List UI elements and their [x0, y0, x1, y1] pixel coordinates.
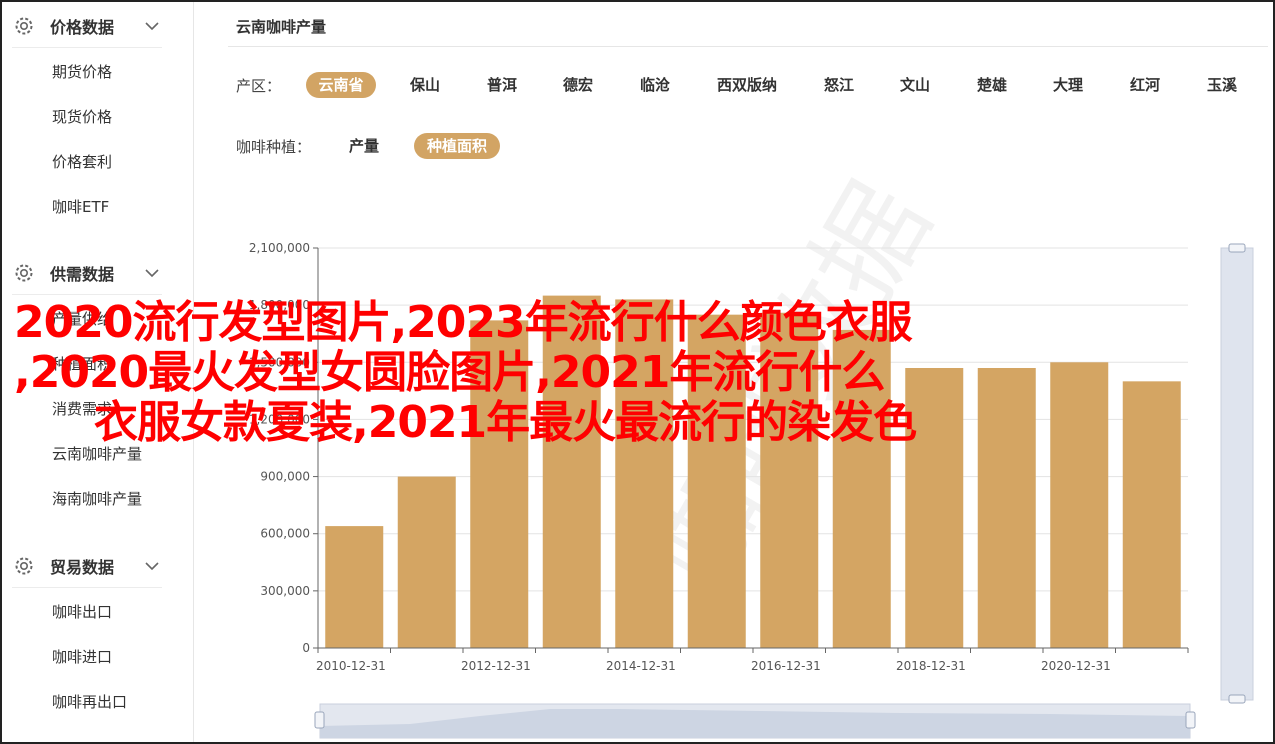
x-tick-label: 2014-12-31 — [606, 659, 676, 673]
bar-2010-12-31[interactable] — [325, 526, 384, 648]
x-tick-label: 2018-12-31 — [896, 659, 966, 673]
vertical-zoom-slider[interactable] — [1220, 247, 1254, 701]
bar-2011-12-31[interactable] — [397, 476, 456, 648]
overlay-line: 衣服女款夏装,2021年最火最流行的染发色 — [94, 397, 917, 448]
y-tick-label: 0 — [302, 641, 310, 655]
horizontal-zoom-handle-left[interactable] — [314, 711, 325, 729]
y-tick-label: 900,000 — [260, 470, 310, 484]
x-tick-label: 2020-12-31 — [1041, 659, 1111, 673]
chart-x-axis: 2010-12-31 2012-12-31 2014-12-31 2016-12-31… — [316, 647, 1189, 673]
y-tick-label: 300,000 — [260, 584, 310, 598]
x-tick-label: 2012-12-31 — [461, 659, 531, 673]
overlay-caption: 2020流行发型图片,2023年流行什么颜色衣服 ,2020最火发型女圆脸图片,… — [14, 298, 1114, 448]
y-tick-label: 600,000 — [260, 527, 310, 541]
x-tick-label: 2010-12-31 — [316, 659, 386, 673]
vertical-zoom-handle-top[interactable] — [1228, 243, 1246, 253]
overlay-line: 2020流行发型图片,2023年流行什么颜色衣服 — [14, 297, 913, 348]
y-tick-label: 2,100,000 — [249, 241, 310, 255]
x-tick-label: 2016-12-31 — [751, 659, 821, 673]
horizontal-zoom-handle-right[interactable] — [1185, 711, 1196, 729]
overlay-line: ,2020最火发型女圆脸图片,2021年流行什么 — [14, 347, 885, 398]
vertical-zoom-handle-bottom[interactable] — [1228, 694, 1246, 704]
bar-2021-12-31[interactable] — [1122, 381, 1181, 648]
